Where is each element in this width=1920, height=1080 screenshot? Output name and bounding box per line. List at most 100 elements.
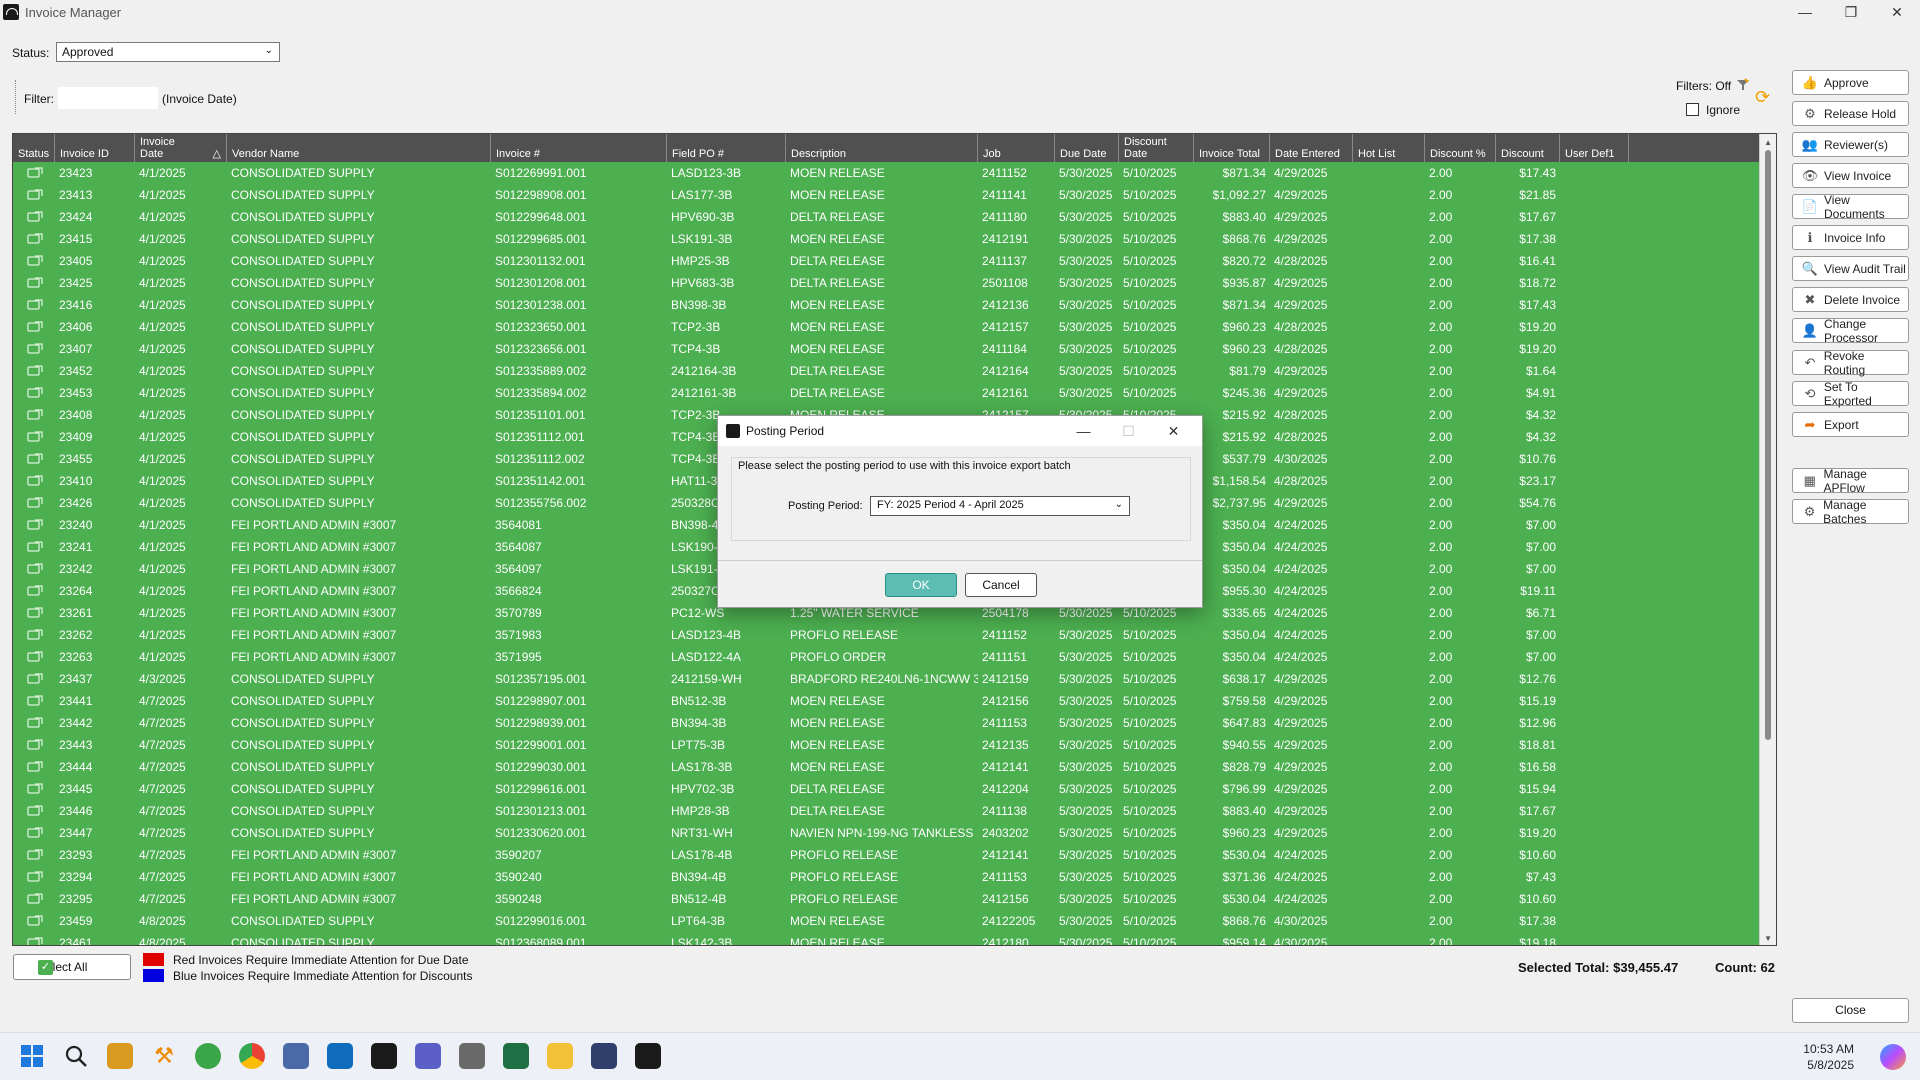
- column-header-date-entered[interactable]: Date Entered: [1270, 134, 1353, 162]
- column-header-discount[interactable]: Discount: [1496, 134, 1560, 162]
- table-row[interactable]: 23446 4/7/2025 CONSOLIDATED SUPPLY S0123012…: [13, 800, 1776, 822]
- table-row[interactable]: 23447 4/7/2025 CONSOLIDATED SUPPLY S0123306…: [13, 822, 1776, 844]
- close-button[interactable]: Close: [1792, 998, 1909, 1023]
- view-audit-trail-button[interactable]: 🔍 View Audit Trail: [1792, 256, 1909, 281]
- view-invoice-button[interactable]: 👁 View Invoice: [1792, 163, 1909, 188]
- manage-apflow-button[interactable]: ▦ Manage APFlow: [1792, 467, 1909, 495]
- approved-status-icon: [27, 321, 43, 332]
- table-row[interactable]: 23262 4/1/2025 FEI PORTLAND ADMIN #3007 357…: [13, 624, 1776, 646]
- table-row[interactable]: 23415 4/1/2025 CONSOLIDATED SUPPLY S0122996…: [13, 228, 1776, 250]
- cell-due-date: 5/30/2025: [1059, 848, 1113, 862]
- table-row[interactable]: 23442 4/7/2025 CONSOLIDATED SUPPLY S0122989…: [13, 712, 1776, 734]
- set-to-exported-button[interactable]: ⟲ Set To Exported: [1792, 380, 1909, 408]
- approve-button[interactable]: 👍 Approve: [1792, 70, 1909, 95]
- copilot-icon[interactable]: [1880, 1044, 1906, 1070]
- windows-start-icon[interactable]: [19, 1043, 45, 1069]
- manage-batches-button[interactable]: ⚙ Manage Batches: [1792, 498, 1909, 526]
- chrome-icon[interactable]: [239, 1043, 265, 1069]
- table-row[interactable]: 23445 4/7/2025 CONSOLIDATED SUPPLY S0122996…: [13, 778, 1776, 800]
- funnel-icon[interactable]: [1736, 78, 1750, 92]
- table-row[interactable]: 23441 4/7/2025 CONSOLIDATED SUPPLY S0122989…: [13, 690, 1776, 712]
- dialog-minimize-button[interactable]: —: [1061, 416, 1106, 446]
- cell-discount: $19.20: [1519, 826, 1556, 840]
- revoke-routing-button[interactable]: ↶ Revoke Routing: [1792, 349, 1909, 377]
- spc-app-icon[interactable]: [371, 1043, 397, 1069]
- side-button-label: Change Processor: [1824, 316, 1879, 345]
- search-icon[interactable]: [63, 1043, 89, 1069]
- tools-icon[interactable]: ⚒: [151, 1043, 177, 1069]
- column-header-status[interactable]: Status: [13, 134, 55, 162]
- scroll-down-icon[interactable]: ▼: [1764, 934, 1772, 943]
- column-header-user-def1[interactable]: User Def1: [1560, 134, 1629, 162]
- close-window-button[interactable]: ✕: [1874, 0, 1920, 24]
- table-row[interactable]: 23263 4/1/2025 FEI PORTLAND ADMIN #3007 357…: [13, 646, 1776, 668]
- cell-invoice-id: 23452: [59, 364, 93, 378]
- column-header-invoice-number[interactable]: Invoice #: [491, 134, 667, 162]
- calculator-icon[interactable]: [459, 1043, 485, 1069]
- cell-invoice-id: 23293: [59, 848, 93, 862]
- scroll-up-icon[interactable]: ▲: [1764, 138, 1772, 147]
- table-row[interactable]: 23413 4/1/2025 CONSOLIDATED SUPPLY S0122989…: [13, 184, 1776, 206]
- table-row[interactable]: 23294 4/7/2025 FEI PORTLAND ADMIN #3007 359…: [13, 866, 1776, 888]
- cancel-button[interactable]: Cancel: [965, 573, 1037, 597]
- release-hold-button[interactable]: ⚙ Release Hold: [1792, 101, 1909, 126]
- table-row[interactable]: 23424 4/1/2025 CONSOLIDATED SUPPLY S0122996…: [13, 206, 1776, 228]
- column-header-invoice-date[interactable]: Invoice Date △: [135, 134, 227, 162]
- ignore-checkbox[interactable]: [1686, 103, 1699, 116]
- app-blue-icon[interactable]: [283, 1043, 309, 1069]
- table-row[interactable]: 23295 4/7/2025 FEI PORTLAND ADMIN #3007 359…: [13, 888, 1776, 910]
- reviewer-s-button[interactable]: 👥 Reviewer(s): [1792, 132, 1909, 157]
- cell-field-po: LAS177-3B: [671, 188, 733, 202]
- column-header-discount-date[interactable]: Discount Date: [1119, 134, 1194, 162]
- column-header-vendor-name[interactable]: Vendor Name: [227, 134, 491, 162]
- delete-invoice-button[interactable]: ✖ Delete Invoice: [1792, 287, 1909, 312]
- table-row[interactable]: 23407 4/1/2025 CONSOLIDATED SUPPLY S0123236…: [13, 338, 1776, 360]
- column-header-field-po[interactable]: Field PO #: [667, 134, 786, 162]
- table-row[interactable]: 23444 4/7/2025 CONSOLIDATED SUPPLY S0122990…: [13, 756, 1776, 778]
- excel-icon[interactable]: [503, 1043, 529, 1069]
- outlook-icon[interactable]: [327, 1043, 353, 1069]
- select-all-button[interactable]: ✓ Select All: [13, 954, 131, 980]
- ok-button[interactable]: OK: [885, 573, 957, 597]
- column-header-invoice-id[interactable]: Invoice ID: [55, 134, 135, 162]
- table-row[interactable]: 23459 4/8/2025 CONSOLIDATED SUPPLY S0122990…: [13, 910, 1776, 932]
- column-header-invoice-total[interactable]: Invoice Total: [1194, 134, 1270, 162]
- table-row[interactable]: 23453 4/1/2025 CONSOLIDATED SUPPLY S0123358…: [13, 382, 1776, 404]
- filter-input[interactable]: [58, 87, 158, 109]
- table-row[interactable]: 23293 4/7/2025 FEI PORTLAND ADMIN #3007 359…: [13, 844, 1776, 866]
- table-row[interactable]: 23416 4/1/2025 CONSOLIDATED SUPPLY S0123012…: [13, 294, 1776, 316]
- table-row[interactable]: 23425 4/1/2025 CONSOLIDATED SUPPLY S0123012…: [13, 272, 1776, 294]
- app-navy-icon[interactable]: [591, 1043, 617, 1069]
- table-row[interactable]: 23423 4/1/2025 CONSOLIDATED SUPPLY S0122699…: [13, 162, 1776, 184]
- export-button[interactable]: ➦ Export: [1792, 412, 1909, 437]
- invoice-info-button[interactable]: ℹ Invoice Info: [1792, 225, 1909, 250]
- invoice-manager-taskbar-icon[interactable]: [635, 1043, 661, 1069]
- status-select[interactable]: Approved ⌄: [56, 42, 280, 62]
- scrollbar-thumb[interactable]: [1765, 150, 1771, 740]
- teams-icon[interactable]: [415, 1043, 441, 1069]
- app-badge-icon[interactable]: [107, 1043, 133, 1069]
- table-row[interactable]: 23437 4/3/2025 CONSOLIDATED SUPPLY S0123571…: [13, 668, 1776, 690]
- file-explorer-icon[interactable]: [547, 1043, 573, 1069]
- table-row[interactable]: 23461 4/8/2025 CONSOLIDATED SUPPLY S0123680…: [13, 932, 1776, 945]
- column-header-description[interactable]: Description: [786, 134, 978, 162]
- column-header-discount-pct[interactable]: Discount %: [1425, 134, 1496, 162]
- table-row[interactable]: 23443 4/7/2025 CONSOLIDATED SUPPLY S0122990…: [13, 734, 1776, 756]
- column-header-job[interactable]: Job: [978, 134, 1055, 162]
- view-documents-button[interactable]: 📄 View Documents: [1792, 193, 1909, 221]
- dialog-close-button[interactable]: ✕: [1151, 416, 1196, 446]
- vertical-scrollbar[interactable]: ▲ ▼: [1759, 134, 1776, 945]
- table-row[interactable]: 23406 4/1/2025 CONSOLIDATED SUPPLY S0123236…: [13, 316, 1776, 338]
- cell-invoice-number: S012335894.002: [495, 386, 587, 400]
- refresh-icon[interactable]: ⟳: [1755, 88, 1773, 106]
- change-processor-button[interactable]: 👤 Change Processor: [1792, 316, 1909, 345]
- column-header-hot-list[interactable]: Hot List: [1353, 134, 1425, 162]
- table-row[interactable]: 23405 4/1/2025 CONSOLIDATED SUPPLY S0123011…: [13, 250, 1776, 272]
- system-clock[interactable]: 10:53 AM 5/8/2025: [1803, 1041, 1854, 1073]
- posting-period-select[interactable]: FY: 2025 Period 4 - April 2025 ⌄: [870, 496, 1130, 516]
- table-row[interactable]: 23452 4/1/2025 CONSOLIDATED SUPPLY S0123358…: [13, 360, 1776, 382]
- maximize-button[interactable]: ❐: [1828, 0, 1874, 24]
- column-header-due-date[interactable]: Due Date: [1055, 134, 1119, 162]
- minimize-button[interactable]: —: [1782, 0, 1828, 24]
- app-green-icon[interactable]: [195, 1043, 221, 1069]
